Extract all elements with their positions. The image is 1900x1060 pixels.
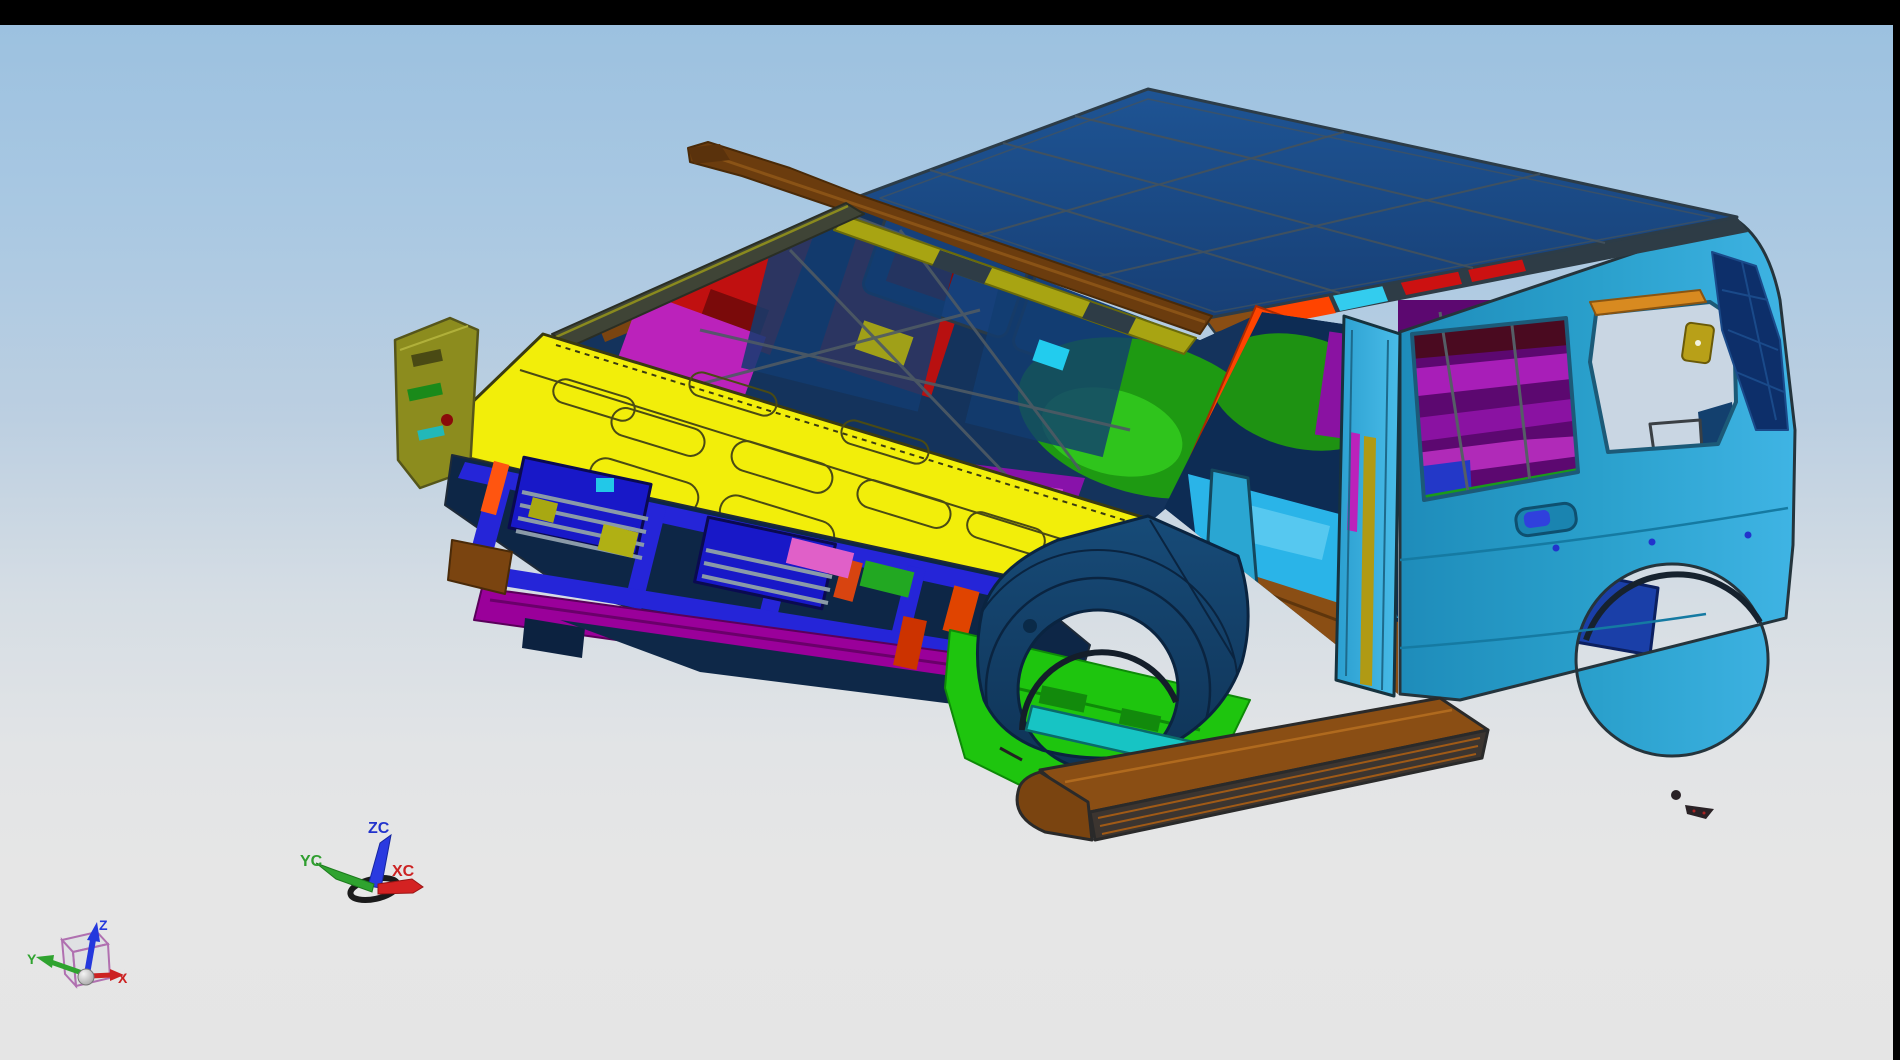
wcs-z-label: ZC	[368, 820, 390, 837]
viewport-canvas[interactable]: ZC YC XC Z Y X	[0, 25, 1893, 1060]
fender-hole	[1023, 619, 1037, 633]
datum-y-label: Y	[27, 951, 37, 967]
spot-weld	[1745, 532, 1752, 539]
b-pillar-outer[interactable]	[1336, 316, 1400, 696]
datum-csys[interactable]: Z Y X	[27, 917, 128, 986]
window-top-bar	[0, 0, 1900, 25]
spot-weld	[1649, 539, 1656, 546]
window-right-bar	[1893, 0, 1900, 1060]
wcs-x-axis[interactable]	[378, 879, 423, 894]
wcs-x-label: XC	[392, 863, 415, 880]
datum-z-label: Z	[99, 917, 108, 933]
wcs-y-label: YC	[300, 853, 323, 870]
quarter-window-interior	[1590, 298, 1740, 456]
wcs-y-axis[interactable]	[316, 863, 374, 892]
car-body-model[interactable]	[395, 89, 1795, 840]
graphics-area[interactable]: ZC YC XC Z Y X	[0, 25, 1893, 1060]
datum-origin-sphere[interactable]	[78, 969, 94, 985]
bumper-end-left[interactable]	[448, 540, 512, 594]
datum-x-label: X	[118, 970, 128, 986]
cad-application-window: ZC YC XC Z Y X	[0, 0, 1900, 1060]
wcs-triad[interactable]: ZC YC XC	[300, 820, 423, 904]
loose-parts-debris[interactable]	[1671, 790, 1714, 819]
spot-weld	[1553, 545, 1560, 552]
